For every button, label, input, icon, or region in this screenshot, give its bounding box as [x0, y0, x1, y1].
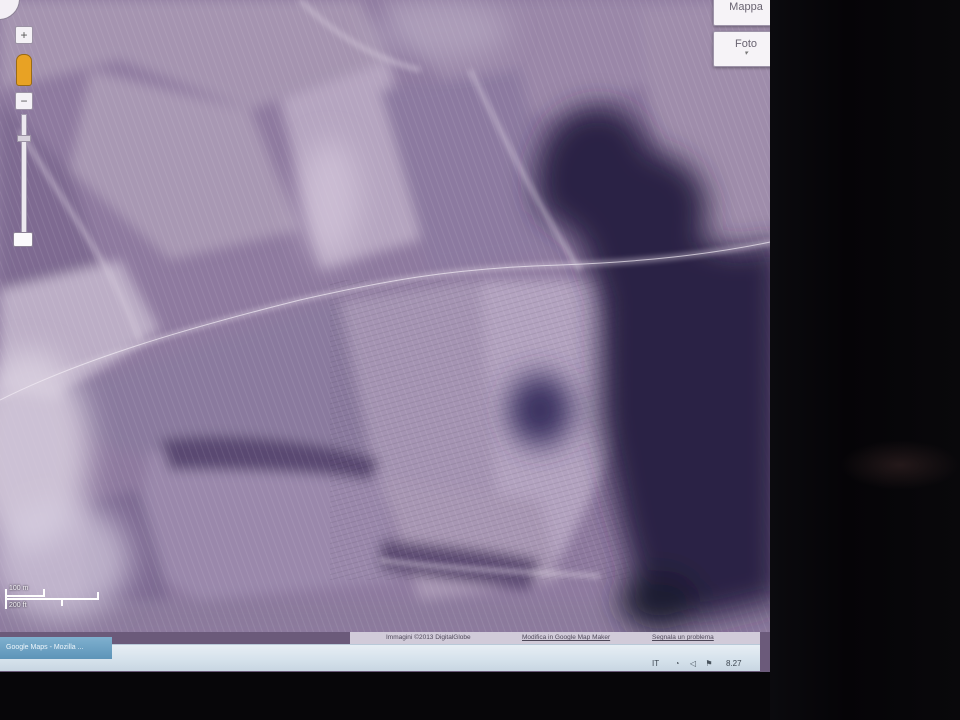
- scale-tick: [97, 592, 99, 600]
- scale-label-metric: 100 m: [9, 585, 29, 592]
- scale-tick: [61, 598, 63, 606]
- network-icon[interactable]: ◔: [672, 659, 682, 668]
- zoom-control: + −: [12, 22, 34, 252]
- taskbar-browser-task[interactable]: Google Maps - Mozilla ...: [0, 637, 112, 659]
- map-maker-link[interactable]: Modifica in Google Map Maker: [522, 634, 610, 641]
- monitor-bezel-bottom: [0, 672, 770, 720]
- satellite-map[interactable]: + − Mappa Foto ▾ 100 m 200 ft: [0, 0, 780, 632]
- zoom-in-button[interactable]: +: [15, 26, 33, 44]
- flag-icon[interactable]: ⚑: [704, 659, 714, 668]
- pegman-icon[interactable]: [16, 54, 32, 86]
- bezel-reflection: [840, 440, 960, 490]
- imagery-credit: Immagini ©2013 DigitalGlobe: [386, 634, 471, 641]
- scale-tick: [43, 589, 45, 597]
- system-clock[interactable]: 8.27: [726, 659, 742, 668]
- attribution-bar: Immagini ©2013 DigitalGlobe Modifica in …: [350, 632, 760, 644]
- volume-icon[interactable]: ◁: [688, 659, 698, 668]
- zoom-level-marker: [17, 135, 31, 142]
- zoom-slider-thumb[interactable]: [13, 232, 33, 247]
- report-problem-link[interactable]: Segnala un problema: [652, 634, 714, 641]
- satellite-type-label: Foto: [734, 38, 757, 50]
- taskbar: Google Maps - Mozilla ... IT ◔ ◁ ⚑ 8.27: [0, 637, 760, 671]
- zoom-out-button[interactable]: −: [15, 92, 33, 110]
- scale-label-imperial: 200 ft: [9, 602, 27, 609]
- monitor-screen: + − Mappa Foto ▾ 100 m 200 ft Immagini ©…: [0, 0, 780, 672]
- chevron-down-icon: ▾: [744, 50, 748, 57]
- scale-bar: 100 m 200 ft: [3, 584, 103, 612]
- satellite-imagery: [0, 0, 780, 632]
- language-indicator[interactable]: IT: [652, 659, 659, 668]
- monitor-bezel: [770, 0, 960, 720]
- map-type-label: Mappa: [729, 1, 763, 13]
- scale-line-metric: [5, 595, 43, 597]
- zoom-in-symbol: +: [20, 28, 28, 42]
- zoom-slider-track[interactable]: [21, 114, 27, 246]
- taskbar-task-label: Google Maps - Mozilla ...: [6, 644, 84, 651]
- scale-line-imperial: [5, 598, 97, 600]
- zoom-out-symbol: −: [20, 94, 28, 108]
